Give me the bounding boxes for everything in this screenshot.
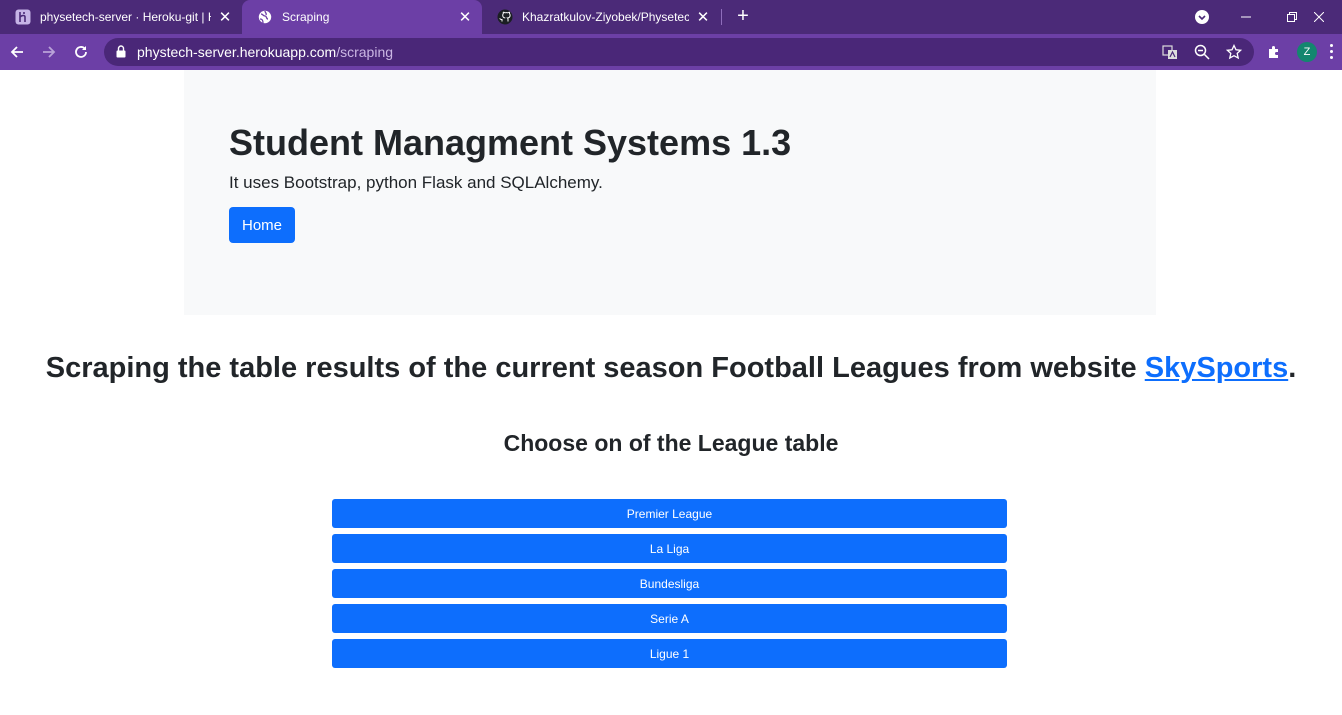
extensions-puzzle-icon[interactable] xyxy=(1266,44,1282,65)
close-icon[interactable]: ✕ xyxy=(457,9,473,25)
heroku-icon xyxy=(15,9,31,25)
league-button-la-liga[interactable]: La Liga xyxy=(332,534,1007,563)
browser-toolbar: phystech-server.herokuapp.com/scraping Z xyxy=(0,34,1342,70)
skysports-link[interactable]: SkySports xyxy=(1145,352,1288,384)
header-jumbotron: Student Managment Systems 1.3 It uses Bo… xyxy=(184,70,1156,315)
translate-icon[interactable] xyxy=(1162,44,1178,60)
tab-strip: physetech-server · Heroku-git | He ✕ Scr… xyxy=(0,0,1342,34)
tab-title: Scraping xyxy=(282,10,330,24)
url-text: phystech-server.herokuapp.com/scraping xyxy=(137,44,393,60)
tab-heroku[interactable]: physetech-server · Heroku-git | He ✕ xyxy=(0,0,242,34)
new-tab-plus-icon[interactable]: + xyxy=(732,6,754,28)
url-host: phystech-server.herokuapp.com xyxy=(137,44,337,60)
github-icon xyxy=(497,9,513,25)
globe-icon xyxy=(257,9,273,25)
league-button-list: Premier League La Liga Bundesliga Serie … xyxy=(332,499,1007,674)
lock-icon[interactable] xyxy=(116,45,126,63)
choose-league-heading: Choose on of the League table xyxy=(503,430,839,456)
reload-icon[interactable] xyxy=(67,38,95,66)
league-button-serie-a[interactable]: Serie A xyxy=(332,604,1007,633)
league-button-bundesliga[interactable]: Bundesliga xyxy=(332,569,1007,598)
tab-scraping[interactable]: Scraping ✕ xyxy=(242,0,482,34)
bookmark-star-icon[interactable] xyxy=(1226,44,1242,60)
tab-title: physetech-server · Heroku-git | He xyxy=(40,10,211,24)
page-title: Student Managment Systems 1.3 xyxy=(229,122,792,163)
tab-github[interactable]: Khazratkulov-Ziyobek/Physetech-s ✕ xyxy=(482,0,720,34)
close-icon[interactable]: ✕ xyxy=(217,9,233,25)
league-button-premier-league[interactable]: Premier League xyxy=(332,499,1007,528)
close-icon[interactable]: ✕ xyxy=(695,9,711,25)
page-lead: It uses Bootstrap, python Flask and SQLA… xyxy=(229,173,603,192)
zoom-out-icon[interactable] xyxy=(1194,44,1210,60)
league-button-ligue-1[interactable]: Ligue 1 xyxy=(332,639,1007,668)
url-path: /scraping xyxy=(336,44,394,60)
tab-title: Khazratkulov-Ziyobek/Physetech-s xyxy=(522,10,689,24)
tab-search-icon[interactable] xyxy=(1179,0,1225,34)
address-bar[interactable]: phystech-server.herokuapp.com/scraping xyxy=(104,38,1254,66)
section-title-text: Scraping the table results of the curren… xyxy=(45,352,1145,384)
section-title-suffix: . xyxy=(1288,352,1297,384)
profile-avatar[interactable]: Z xyxy=(1297,42,1317,62)
menu-kebab-icon[interactable] xyxy=(1330,44,1334,62)
home-button[interactable]: Home xyxy=(229,207,295,243)
section-title: Scraping the table results of the curren… xyxy=(0,352,1342,385)
window-close-icon[interactable] xyxy=(1296,0,1342,34)
forward-arrow-icon[interactable] xyxy=(35,38,63,66)
back-arrow-icon[interactable] xyxy=(3,38,31,66)
tab-divider xyxy=(721,9,722,25)
minimize-icon[interactable] xyxy=(1223,0,1269,34)
